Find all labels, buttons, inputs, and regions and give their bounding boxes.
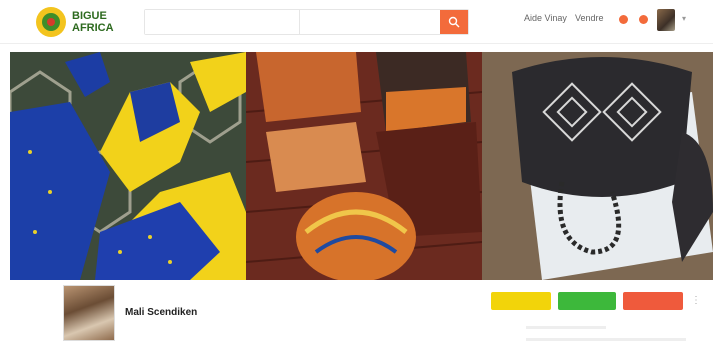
nav-help-link[interactable]: Aide Vinay (524, 13, 567, 23)
report-button[interactable] (623, 292, 683, 310)
user-avatar[interactable] (657, 9, 675, 31)
search-bar (144, 9, 469, 35)
chevron-down-icon[interactable]: ▾ (682, 14, 686, 23)
logo-icon (36, 7, 66, 37)
cover-image-patterned-bag (482, 52, 713, 280)
shop-name: Mali Scendiken (125, 307, 198, 318)
shop-cover-gallery (10, 52, 713, 280)
nav-seller-link[interactable]: Vendre (575, 13, 604, 23)
message-button[interactable] (558, 292, 616, 310)
search-input[interactable] (145, 10, 301, 34)
shop-avatar[interactable] (63, 285, 115, 341)
shop-meta-line (526, 338, 686, 341)
cart-icon[interactable] (619, 15, 628, 24)
cover-image-wax-print-bags (246, 52, 482, 280)
search-button[interactable] (440, 10, 468, 34)
top-header: BIGUE AFRICA Aide Vinay Vendre ▾ (0, 0, 713, 44)
follow-button[interactable] (491, 292, 551, 310)
search-icon (448, 16, 460, 28)
site-logo[interactable]: BIGUE AFRICA (36, 6, 118, 38)
shop-meta-line (526, 326, 606, 329)
logo-text: BIGUE AFRICA (72, 10, 114, 34)
more-options-icon[interactable]: ⋮ (691, 295, 701, 306)
cover-image-blue-yellow-bags (10, 52, 246, 280)
notification-icon[interactable] (639, 15, 648, 24)
location-input[interactable] (300, 10, 441, 34)
